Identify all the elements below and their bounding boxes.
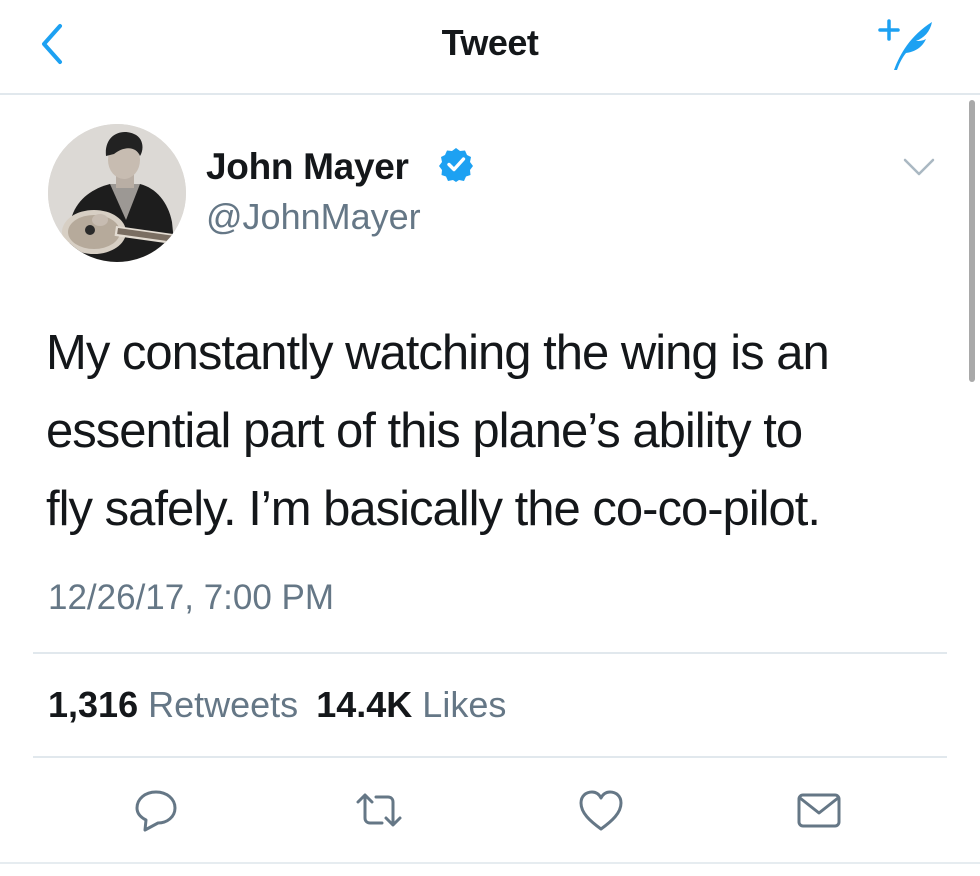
retweet-icon xyxy=(356,793,402,827)
compose-tweet-button[interactable] xyxy=(878,14,938,74)
share-button[interactable] xyxy=(794,786,844,834)
divider xyxy=(0,862,980,864)
like-count: 14.4K xyxy=(316,684,413,725)
compose-tweet-icon xyxy=(878,19,932,70)
divider xyxy=(33,652,947,654)
avatar[interactable] xyxy=(48,124,186,262)
likes-stat[interactable]: 14.4K Likes xyxy=(316,684,506,725)
page-title: Tweet xyxy=(441,22,539,63)
tweet-text-line: fly safely. I’m basically the co-co-pilo… xyxy=(46,482,821,536)
retweet-button[interactable] xyxy=(354,786,404,834)
retweets-stat[interactable]: 1,316 Retweets xyxy=(48,684,308,725)
scrollbar[interactable] xyxy=(969,100,975,382)
profile-photo xyxy=(48,124,186,262)
like-icon xyxy=(579,790,623,831)
tweet-text-line: essential part of this plane’s ability t… xyxy=(46,404,803,458)
share-icon xyxy=(797,793,841,828)
tweet-timestamp: 12/26/17, 7:00 PM xyxy=(48,578,335,617)
author-handle[interactable]: @JohnMayer xyxy=(206,196,421,238)
reply-button[interactable] xyxy=(131,786,181,834)
retweet-count: 1,316 xyxy=(48,684,139,725)
verified-badge-icon xyxy=(439,148,473,182)
like-label: Likes xyxy=(422,684,507,725)
divider xyxy=(33,756,947,758)
tweet-text-line: My constantly watching the wing is an xyxy=(46,326,830,380)
retweet-label: Retweets xyxy=(148,684,299,725)
chevron-down-icon[interactable] xyxy=(902,156,936,178)
reply-icon xyxy=(135,790,177,832)
author-name[interactable]: John Mayer xyxy=(206,146,409,188)
engagement-stats: 1,316 Retweets 14.4K Likes xyxy=(48,684,506,726)
like-button[interactable] xyxy=(576,786,626,834)
top-nav-bar: Tweet xyxy=(0,0,980,95)
tweet-text: My constantly watching the wing is an es… xyxy=(46,314,946,548)
